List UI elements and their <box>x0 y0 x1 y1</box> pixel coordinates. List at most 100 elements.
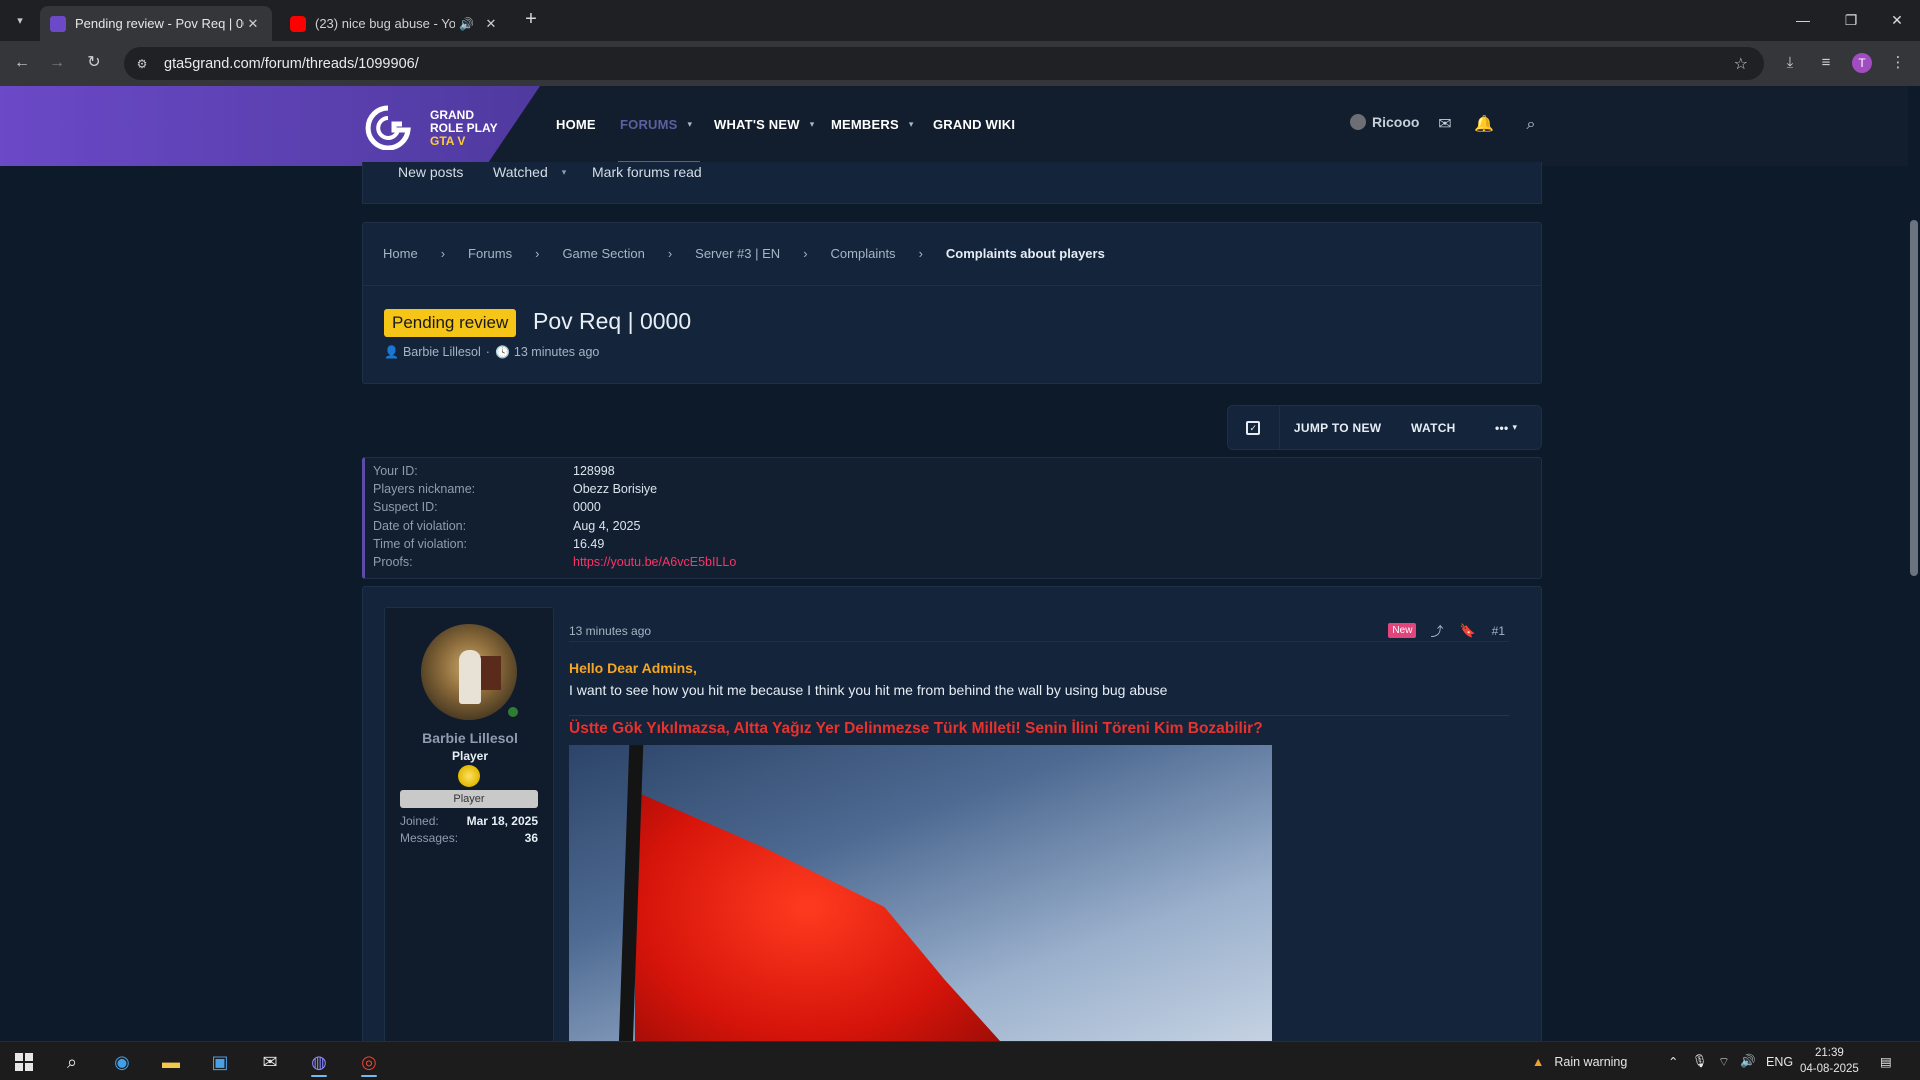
jump-to-new-button[interactable]: JUMP TO NEW <box>1280 406 1396 449</box>
post-date[interactable]: 13 minutes ago <box>569 624 651 638</box>
chevron-down-icon[interactable]: ▾ <box>909 119 914 130</box>
back-button[interactable]: ← <box>10 51 34 75</box>
post-username[interactable]: Barbie Lillesol <box>385 730 555 746</box>
mail-icon[interactable]: ✉ <box>254 1047 286 1077</box>
page-scrollbar[interactable] <box>1908 86 1920 1041</box>
nav-label: HOME <box>556 117 596 132</box>
tab-active[interactable]: Pending review - Pov Req | 0000 ✕ <box>40 6 272 41</box>
watch-button[interactable]: WATCH <box>1395 406 1471 449</box>
nav-forums[interactable]: FORUMS ▾ <box>618 117 700 164</box>
page-title: Pov Req | 0000 <box>533 308 692 334</box>
post-number[interactable]: #1 <box>1492 624 1505 638</box>
avatar[interactable] <box>421 624 517 720</box>
nav-members[interactable]: MEMBERS ▾ <box>831 117 914 132</box>
chrome-icon[interactable]: ◎ <box>353 1047 385 1077</box>
wifi-icon[interactable]: ⌔ <box>1718 1042 1730 1080</box>
nav-home[interactable]: HOME <box>556 117 596 132</box>
bookmark-star-icon[interactable]: ☆ <box>1734 54 1748 74</box>
windows-logo-icon <box>15 1053 33 1071</box>
divider <box>569 641 1509 642</box>
field-row: Time of violation: 16.49 <box>373 537 604 551</box>
close-window-button[interactable]: ✕ <box>1882 8 1912 32</box>
account-menu[interactable]: Ricooo <box>1350 114 1419 130</box>
url-text[interactable]: gta5grand.com/forum/threads/1099906/ <box>164 56 419 72</box>
clock-date: 04-08-2025 <box>1800 1063 1859 1075</box>
stat-value[interactable]: 36 <box>525 831 538 845</box>
scrollbar-thumb[interactable] <box>1910 220 1918 576</box>
rank-medal-icon <box>458 765 480 787</box>
edge-icon[interactable]: ◉ <box>106 1047 138 1077</box>
nav-whats-new[interactable]: WHAT'S NEW ▾ <box>714 117 814 132</box>
discord-icon[interactable]: ◍ <box>303 1047 335 1077</box>
tab-search-menu[interactable]: ▾ <box>8 8 32 32</box>
new-tab-button[interactable]: + <box>520 9 542 31</box>
bookmark-icon[interactable]: 🔖 <box>1459 623 1475 639</box>
breadcrumb-forums[interactable]: Forums <box>468 246 512 261</box>
online-status-icon <box>505 704 521 720</box>
thread-author[interactable]: Barbie Lillesol <box>403 345 481 359</box>
warning-icon: ▲ <box>1532 1054 1545 1069</box>
chevron-down-icon[interactable]: ▾ <box>562 167 567 178</box>
speaker-icon[interactable]: 🔊 <box>459 17 474 31</box>
media-control-icon[interactable]: ≡ <box>1814 51 1838 75</box>
close-tab-icon[interactable]: ✕ <box>482 16 500 32</box>
bell-icon[interactable]: 🔔 <box>1473 114 1495 136</box>
address-bar[interactable]: ⚙ gta5grand.com/forum/threads/1099906/ ☆ <box>124 47 1764 80</box>
thread-time[interactable]: 13 minutes ago <box>514 345 599 359</box>
close-tab-icon[interactable]: ✕ <box>244 16 262 32</box>
subnav-watched[interactable]: Watched ▾ <box>493 164 566 180</box>
grand-logo-icon[interactable] <box>360 104 414 150</box>
site-info-icon[interactable]: ⚙ <box>134 56 150 72</box>
chevron-down-icon[interactable]: ▾ <box>688 119 693 130</box>
notification-icon[interactable]: ▤ <box>1880 1042 1892 1080</box>
weather-widget[interactable]: ▲ Rain warning <box>1532 1042 1627 1080</box>
forward-button[interactable]: → <box>45 51 69 75</box>
field-value: 128998 <box>573 464 615 478</box>
reload-button[interactable]: ↻ <box>82 51 106 75</box>
logo-text[interactable]: GRAND ROLE PLAY GTA V <box>430 109 498 148</box>
restore-button[interactable]: ❐ <box>1836 8 1866 32</box>
chevron-down-icon: ▾ <box>1512 422 1518 432</box>
field-label: Proofs: <box>373 555 413 569</box>
taskbar: ⌕ ◉ ▬ ▣ ✉ ◍ ◎ ▲ Rain warning ⌃ 🎙 ⌔ 🔊 ENG… <box>0 1041 1920 1080</box>
windows-start-icon[interactable] <box>8 1047 40 1077</box>
breadcrumb: Home › Forums › Game Section › Server #3 | … <box>383 246 1105 261</box>
share-icon[interactable]: ⤴ <box>1430 621 1443 640</box>
checkbox-icon: ✓ <box>1246 420 1261 435</box>
breadcrumb-complaints[interactable]: Complaints <box>831 246 896 261</box>
breadcrumb-current[interactable]: Complaints about players <box>946 246 1105 261</box>
breadcrumb-server[interactable]: Server #3 | EN <box>695 246 780 261</box>
search-icon[interactable]: ⌕ <box>56 1047 88 1077</box>
breadcrumb-game-section[interactable]: Game Section <box>562 246 644 261</box>
subnav-new-posts[interactable]: New posts <box>398 164 463 180</box>
download-icon[interactable]: ⤓ <box>1778 51 1802 75</box>
show-hidden-icons[interactable]: ⌃ <box>1668 1042 1678 1080</box>
minimize-button[interactable]: — <box>1788 8 1818 32</box>
profile-avatar[interactable]: T <box>1852 53 1872 73</box>
chevron-right-icon: › <box>535 246 540 261</box>
browser-menu-icon[interactable]: ⋮ <box>1886 51 1910 75</box>
subnav-label: Watched <box>493 164 548 180</box>
more-options-button[interactable]: ••• ▾ <box>1471 406 1541 449</box>
microphone-icon[interactable]: 🎙 <box>1692 1042 1708 1080</box>
chevron-down-icon[interactable]: ▾ <box>810 119 815 130</box>
field-value: 0000 <box>573 500 601 514</box>
search-icon[interactable]: ⌕ <box>1520 114 1542 136</box>
language-indicator[interactable]: ENG <box>1766 1042 1793 1080</box>
post-tools: New ⤴ 🔖 #1 <box>1388 621 1505 640</box>
store-icon[interactable]: ▣ <box>204 1047 236 1077</box>
subnav-mark-read[interactable]: Mark forums read <box>592 164 702 180</box>
tab-youtube[interactable]: (23) nice bug abuse - YouTube 🔊 ✕ <box>280 6 510 41</box>
file-explorer-icon[interactable]: ▬ <box>155 1047 187 1077</box>
inbox-icon[interactable]: ✉ <box>1434 114 1456 136</box>
thread-prefix-badge[interactable]: Pending review <box>384 309 517 337</box>
clock[interactable]: 21:39 04-08-2025 <box>1800 1045 1859 1077</box>
divider <box>363 285 1541 286</box>
field-label: Players nickname: <box>373 482 476 496</box>
proof-link[interactable]: https://youtu.be/A6vcE5bILLo <box>573 555 736 569</box>
nav-grand-wiki[interactable]: GRAND WIKI <box>933 117 1015 132</box>
post-body: I want to see how you hit me because I t… <box>569 682 1168 698</box>
select-checkbox-button[interactable]: ✓ <box>1228 406 1280 449</box>
volume-icon[interactable]: 🔊 <box>1740 1042 1756 1080</box>
breadcrumb-home[interactable]: Home <box>383 246 418 261</box>
